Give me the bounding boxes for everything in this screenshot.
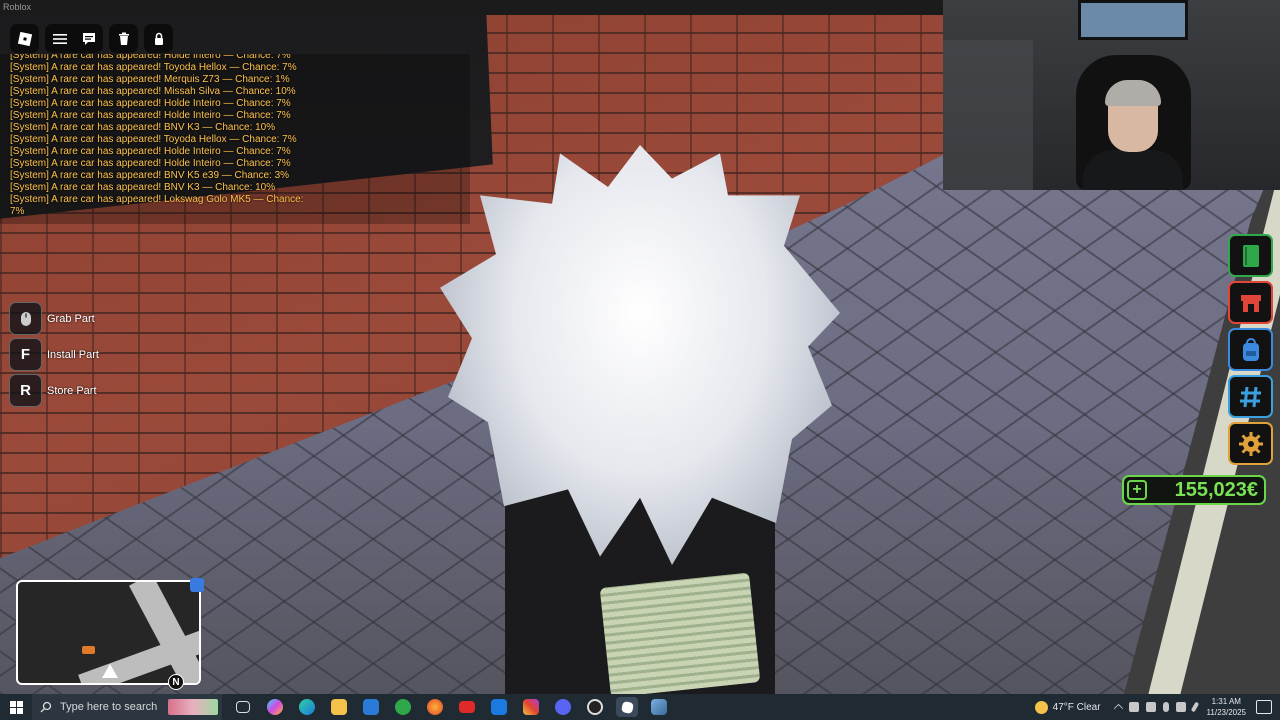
settings-button[interactable] xyxy=(1228,422,1273,465)
youtube-icon[interactable] xyxy=(456,697,478,717)
hint-label: Store Part xyxy=(47,384,97,397)
player-arrow-icon xyxy=(102,664,118,678)
edge-icon[interactable] xyxy=(296,697,318,717)
microphone-icon[interactable] xyxy=(1162,702,1169,712)
search-placeholder: Type here to search xyxy=(60,701,158,713)
chat-message: [System] A rare car has appeared! Holde … xyxy=(10,158,291,169)
instagram-icon[interactable] xyxy=(520,697,542,717)
chat-window[interactable]: [System] A rare car has appeared! Holde … xyxy=(0,54,470,224)
taskbar-search[interactable]: Type here to search xyxy=(32,694,222,720)
minimap-pin-icon xyxy=(190,578,204,592)
compass-north: N xyxy=(168,674,184,690)
system-tray: 47°F Clear 1:31 AM 11/23/2025 xyxy=(1034,694,1280,720)
trash-button[interactable] xyxy=(109,24,138,53)
weather-widget[interactable]: 47°F Clear xyxy=(1034,700,1101,714)
task-view-icon[interactable] xyxy=(232,697,254,717)
network-icon[interactable] xyxy=(1128,702,1139,712)
chat-message: [System] A rare car has appeared! BNV K3… xyxy=(10,182,276,193)
webcam-background xyxy=(943,40,1033,190)
start-button[interactable] xyxy=(0,694,32,720)
battery-icon[interactable] xyxy=(1145,702,1156,712)
hint-grab-part[interactable]: Grab Part xyxy=(9,302,99,335)
clock[interactable]: 1:31 AM 11/23/2025 xyxy=(1207,696,1246,718)
side-menu xyxy=(1228,234,1274,469)
money-value: 155,023€ xyxy=(1174,478,1258,501)
book-icon xyxy=(1242,244,1259,267)
mouse-key xyxy=(9,302,42,335)
menu-icon xyxy=(52,33,67,44)
roblox-taskbar-icon[interactable] xyxy=(616,697,638,717)
roblox-logo-icon xyxy=(17,31,32,46)
store-icon[interactable] xyxy=(360,697,382,717)
volume-icon[interactable] xyxy=(1175,702,1186,712)
hint-store-part[interactable]: R Store Part xyxy=(9,374,99,407)
lock-icon xyxy=(154,32,163,45)
copilot-icon[interactable] xyxy=(264,697,286,717)
shop-icon xyxy=(1240,294,1261,312)
key-r: R xyxy=(9,374,42,407)
chat-message: [System] A rare car has appeared! BNV K5… xyxy=(10,170,290,181)
search-icon xyxy=(40,701,52,713)
chat-message: [System] A rare car has appeared! Missah… xyxy=(10,86,296,97)
backpack-button[interactable] xyxy=(1228,328,1273,371)
windows-icon xyxy=(9,700,23,714)
webcam-overlay xyxy=(943,0,1280,190)
cash-stack xyxy=(599,572,761,694)
taskbar-apps xyxy=(232,697,670,717)
chat-message: [System] A rare car has appeared! BNV K3… xyxy=(10,122,276,133)
key-f: F xyxy=(9,338,42,371)
roblox-menu-button[interactable] xyxy=(10,24,39,53)
obs-icon[interactable] xyxy=(584,697,606,717)
chat-icon xyxy=(82,32,95,45)
streamer-body xyxy=(1083,150,1183,190)
chat-message: [System] A rare car has appeared! Holde … xyxy=(10,110,291,121)
firefox-icon[interactable] xyxy=(424,697,446,717)
money-display: + 155,023€ xyxy=(1122,475,1266,505)
weather-text: 47°F Clear xyxy=(1052,701,1101,713)
book-button[interactable] xyxy=(1228,234,1273,277)
photos-icon[interactable] xyxy=(648,697,670,717)
codes-button[interactable] xyxy=(1228,375,1273,418)
chevron-up-icon[interactable] xyxy=(1113,703,1123,714)
buy-money-button[interactable]: + xyxy=(1127,480,1147,500)
chat-message: [System] A rare car has appeared! Holde … xyxy=(10,146,291,157)
gear-icon xyxy=(1238,431,1263,456)
moon-icon xyxy=(1034,700,1048,714)
chat-button[interactable] xyxy=(74,24,103,53)
menu-button[interactable] xyxy=(45,24,74,53)
chat-message: [System] A rare car has appeared! Toyoda… xyxy=(10,62,297,73)
trash-icon xyxy=(118,32,129,45)
top-toolbar xyxy=(10,24,173,53)
toolbar-group xyxy=(45,24,103,53)
taskbar: Type here to search 47°F Clear 1:31 AM 1… xyxy=(0,694,1280,720)
chat-message: [System] A rare car has appeared! Toyoda… xyxy=(10,134,297,145)
tray-icons xyxy=(1113,701,1199,714)
chat-message: [System] A rare car has appeared! Holde … xyxy=(10,98,291,109)
discord-icon[interactable] xyxy=(552,697,574,717)
chat-message: [System] A rare car has appeared! Lokswa… xyxy=(10,194,304,217)
car-marker-icon xyxy=(82,646,95,654)
xbox-icon[interactable] xyxy=(392,697,414,717)
hint-label: Install Part xyxy=(47,348,99,361)
shop-button[interactable] xyxy=(1228,281,1273,324)
search-highlight-image xyxy=(168,699,218,715)
chat-message: [System] A rare car has appeared! Merqui… xyxy=(10,74,290,85)
lock-button[interactable] xyxy=(144,24,173,53)
chat-message: [System] A rare car has appeared! Holde … xyxy=(10,54,291,61)
hashtag-icon xyxy=(1239,386,1261,407)
clock-date: 11/23/2025 xyxy=(1206,708,1246,717)
hint-install-part[interactable]: F Install Part xyxy=(9,338,99,371)
clock-time: 1:31 AM xyxy=(1211,697,1241,706)
mouse-icon xyxy=(20,311,31,326)
backpack-icon xyxy=(1242,337,1259,361)
pen-icon[interactable] xyxy=(1190,701,1199,713)
webcam-monitor xyxy=(1078,0,1188,40)
outlook-icon[interactable] xyxy=(488,697,510,717)
file-explorer-icon[interactable] xyxy=(328,697,350,717)
minimap[interactable] xyxy=(16,580,201,685)
notification-icon[interactable] xyxy=(1256,700,1272,714)
hint-label: Grab Part xyxy=(47,312,95,325)
keybind-hints: Grab Part F Install Part R Store Part xyxy=(9,302,99,410)
